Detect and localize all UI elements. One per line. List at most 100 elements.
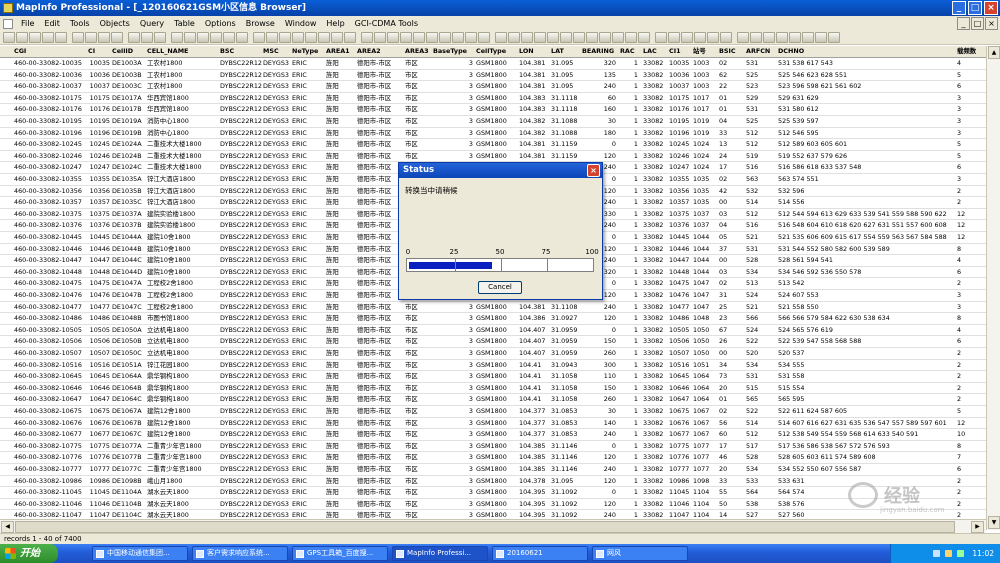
- toolbar-tool-icon[interactable]: [344, 32, 356, 43]
- toolbar-tool-icon[interactable]: [655, 32, 667, 43]
- toolbar-tool-icon[interactable]: [776, 32, 788, 43]
- table-row[interactable]: 460-00-33082-10507 10507 DE1050C 立达机电1800 DY…: [0, 348, 986, 360]
- column-header[interactable]: NeType: [292, 46, 325, 57]
- table-row[interactable]: 460-00-33082-10676 10676 DE1067B 建院12舍1800 D…: [0, 418, 986, 430]
- toolbar-tool-icon[interactable]: [439, 32, 451, 43]
- scroll-down-arrow-icon[interactable]: ▼: [988, 516, 1000, 529]
- table-row[interactable]: 460-00-33082-10176 10176 DE1017B 华西宾馆1800 DY…: [0, 104, 986, 116]
- table-row[interactable]: 460-00-33082-10196 10196 DE1019B 消防中心1800 DY…: [0, 128, 986, 140]
- toolbar-tool-icon[interactable]: [305, 32, 317, 43]
- column-header[interactable]: AREA1: [326, 46, 356, 57]
- toolbar-tool-icon[interactable]: [573, 32, 585, 43]
- toolbar-tool-icon[interactable]: [668, 32, 680, 43]
- taskbar-button[interactable]: 客户需求响应系统...: [192, 546, 288, 561]
- table-row[interactable]: 460-00-33082-11046 11046 DE1104B 湖水云天1800 DY…: [0, 499, 986, 511]
- table-row[interactable]: 460-00-33082-10645 10645 DE1064A 鼎华钢构1800 DY…: [0, 371, 986, 383]
- table-row[interactable]: 460-00-33082-10245 10245 DE1024A 二重技术大楼1800…: [0, 139, 986, 151]
- column-header[interactable]: BEARING: [582, 46, 616, 57]
- table-row[interactable]: 460-00-33082-10246 10246 DE1024B 二重技术大楼1800…: [0, 151, 986, 163]
- table-row[interactable]: 460-00-33082-10677 10677 DE1067C 建院12舍1800 D…: [0, 429, 986, 441]
- toolbar-tool-icon[interactable]: [29, 32, 41, 43]
- column-header[interactable]: BSIC: [719, 46, 743, 57]
- scroll-right-arrow-icon[interactable]: ▶: [971, 521, 984, 533]
- table-row[interactable]: 460-00-33082-10675 10675 DE1067A 建院12舍1800 D…: [0, 406, 986, 418]
- toolbar-tool-icon[interactable]: [55, 32, 67, 43]
- toolbar-tool-icon[interactable]: [128, 32, 140, 43]
- column-header[interactable]: ARFCN: [746, 46, 776, 57]
- toolbar-tool-icon[interactable]: [815, 32, 827, 43]
- column-header[interactable]: LAT: [551, 46, 581, 57]
- toolbar-tool-icon[interactable]: [465, 32, 477, 43]
- toolbar-tool-icon[interactable]: [85, 32, 97, 43]
- table-row[interactable]: 460-00-33082-10986 10986 DE1098B 峨山月1800 DYB…: [0, 476, 986, 488]
- toolbar-tool-icon[interactable]: [599, 32, 611, 43]
- column-header[interactable]: CI1: [669, 46, 691, 57]
- menu-query[interactable]: Query: [135, 16, 169, 31]
- toolbar-tool-icon[interactable]: [737, 32, 749, 43]
- taskbar-button[interactable]: GPS工具箱_百度搜...: [292, 546, 388, 561]
- network-icon[interactable]: [933, 550, 940, 557]
- toolbar-tool-icon[interactable]: [495, 32, 507, 43]
- toolbar-tool-icon[interactable]: [521, 32, 533, 43]
- column-header[interactable]: 站号: [693, 46, 717, 57]
- column-header[interactable]: MSC: [263, 46, 291, 57]
- menu-gci-cdma-tools[interactable]: GCI-CDMA Tools: [350, 16, 423, 31]
- doc-minimize-button[interactable]: _: [957, 17, 970, 30]
- horizontal-scrollbar[interactable]: ◀ ▶: [0, 519, 986, 533]
- toolbar-tool-icon[interactable]: [478, 32, 490, 43]
- table-row[interactable]: 460-00-33082-10646 10646 DE1064B 鼎华钢构1800 DY…: [0, 383, 986, 395]
- toolbar-tool-icon[interactable]: [508, 32, 520, 43]
- cancel-button[interactable]: Cancel: [478, 281, 522, 294]
- table-row[interactable]: 460-00-33082-10647 10647 DE1064C 鼎华钢构1800 DY…: [0, 394, 986, 406]
- table-row[interactable]: 460-00-33082-10486 10486 DE1048B 市图书馆1800 DY…: [0, 313, 986, 325]
- toolbar-tool-icon[interactable]: [16, 32, 28, 43]
- column-header[interactable]: CellType: [476, 46, 518, 57]
- taskbar-button[interactable]: MapInfo Professi...: [392, 546, 488, 561]
- table-row[interactable]: 460-00-33082-10506 10506 DE1050B 立达机电1800 DY…: [0, 336, 986, 348]
- toolbar-tool-icon[interactable]: [331, 32, 343, 43]
- minimize-button[interactable]: _: [952, 1, 966, 15]
- toolbar-tool-icon[interactable]: [694, 32, 706, 43]
- toolbar-tool-icon[interactable]: [3, 32, 15, 43]
- table-row[interactable]: 460-00-33082-10516 10516 DE1051A 锌江花园1800 DY…: [0, 360, 986, 372]
- menu-edit[interactable]: Edit: [39, 16, 65, 31]
- toolbar-tool-icon[interactable]: [534, 32, 546, 43]
- toolbar-tool-icon[interactable]: [42, 32, 54, 43]
- table-row[interactable]: 460-00-33082-10505 10505 DE1050A 立达机电1800 DY…: [0, 325, 986, 337]
- toolbar-tool-icon[interactable]: [154, 32, 166, 43]
- toolbar-tool-icon[interactable]: [625, 32, 637, 43]
- table-row[interactable]: 460-00-33082-10776 10776 DE1077B 二重青少年宫1800…: [0, 452, 986, 464]
- document-icon[interactable]: [3, 18, 13, 29]
- toolbar-tool-icon[interactable]: [707, 32, 719, 43]
- taskbar-button[interactable]: 网风: [592, 546, 688, 561]
- column-header[interactable]: RAC: [620, 46, 638, 57]
- menu-file[interactable]: File: [16, 16, 39, 31]
- table-row[interactable]: 460-00-33082-11045 11045 DE1104A 湖水云天1800 DY…: [0, 487, 986, 499]
- table-row[interactable]: 460-00-33082-10777 10777 DE1077C 二重青少年宫1800…: [0, 464, 986, 476]
- toolbar-tool-icon[interactable]: [318, 32, 330, 43]
- table-row[interactable]: 460-00-33082-10037 10037 DE1003C 工农村1800 DYB…: [0, 81, 986, 93]
- toolbar-tool-icon[interactable]: [184, 32, 196, 43]
- column-header[interactable]: AREA3: [405, 46, 432, 57]
- toolbar-tool-icon[interactable]: [72, 32, 84, 43]
- toolbar-tool-icon[interactable]: [547, 32, 559, 43]
- toolbar-tool-icon[interactable]: [413, 32, 425, 43]
- toolbar-tool-icon[interactable]: [361, 32, 373, 43]
- toolbar-tool-icon[interactable]: [236, 32, 248, 43]
- table-row[interactable]: 460-00-33082-10036 10036 DE1003B 工农村1800 DYB…: [0, 70, 986, 82]
- horizontal-scroll-thumb[interactable]: [15, 521, 955, 533]
- table-row[interactable]: 460-00-33082-10477 10477 DE1047C 工程校2舍1800 D…: [0, 302, 986, 314]
- toolbar-tool-icon[interactable]: [638, 32, 650, 43]
- toolbar-tool-icon[interactable]: [763, 32, 775, 43]
- taskbar-button[interactable]: 中国移动通信集团...: [92, 546, 188, 561]
- column-header[interactable]: CELL_NAME: [147, 46, 219, 57]
- menu-help[interactable]: Help: [321, 16, 349, 31]
- toolbar-tool-icon[interactable]: [720, 32, 732, 43]
- column-header[interactable]: LAC: [643, 46, 668, 57]
- menu-options[interactable]: Options: [200, 16, 241, 31]
- toolbar-tool-icon[interactable]: [223, 32, 235, 43]
- toolbar-tool-icon[interactable]: [452, 32, 464, 43]
- column-header[interactable]: BSC: [220, 46, 262, 57]
- toolbar-tool-icon[interactable]: [387, 32, 399, 43]
- toolbar-tool-icon[interactable]: [612, 32, 624, 43]
